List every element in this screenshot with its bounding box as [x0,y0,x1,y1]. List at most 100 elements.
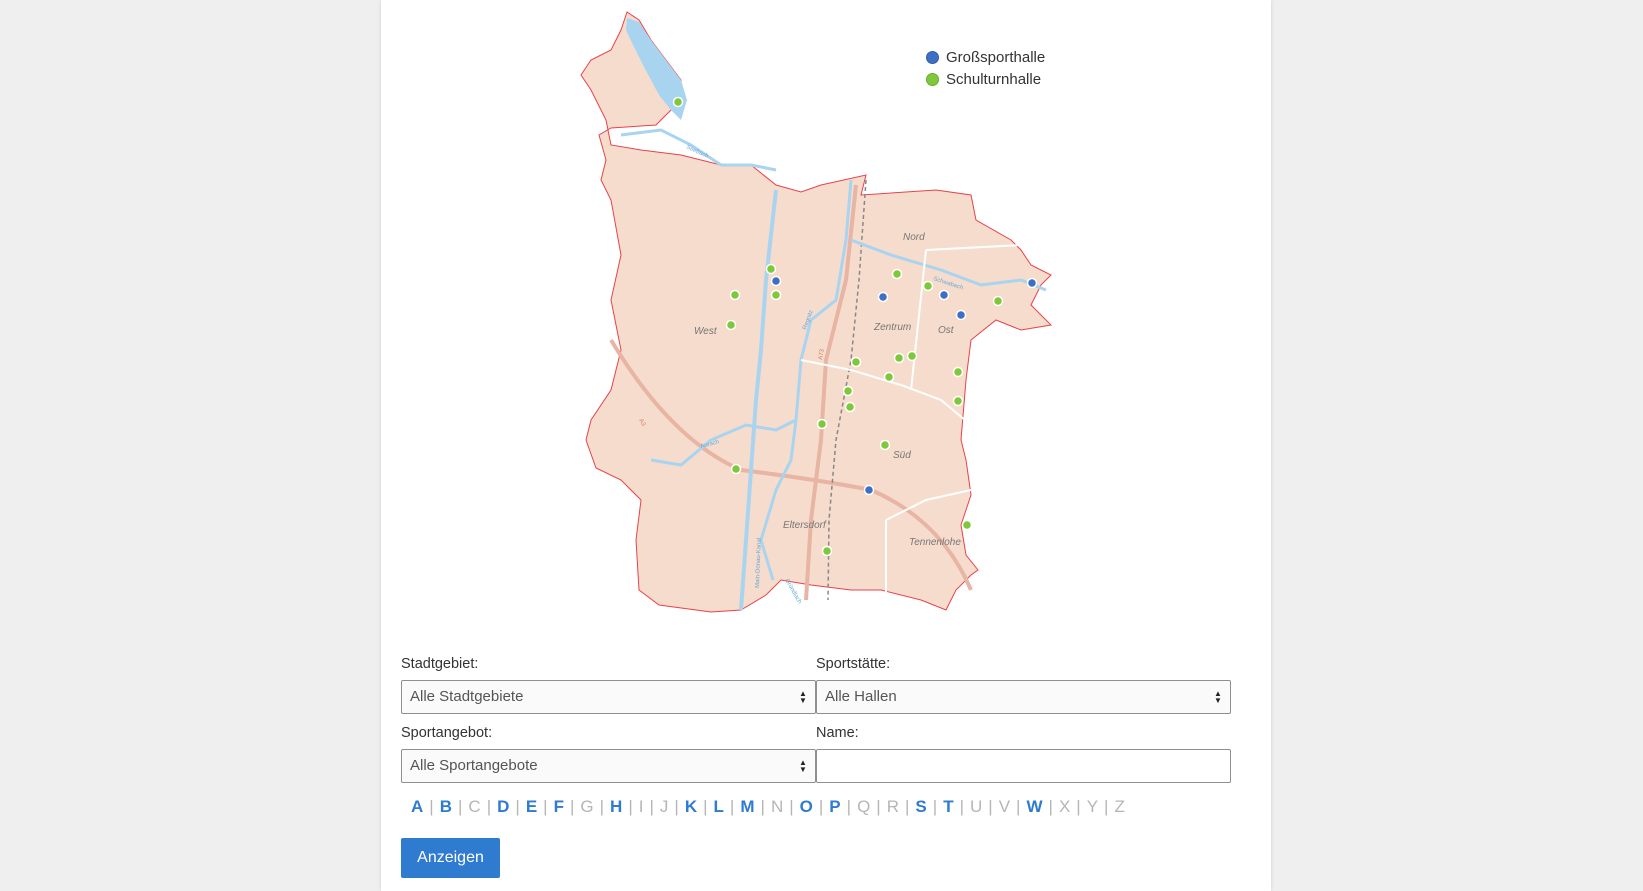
map-marker-schulturnhalle[interactable] [842,385,854,397]
field-stadtgebiet: Stadtgebiet: Alle Stadtgebiete ▲ ▼ [401,656,816,714]
alphabet-letter-y: Y [1086,797,1099,816]
map-marker-schulturnhalle[interactable] [879,439,891,451]
sportstaette-value: Alle Hallen [825,688,897,705]
sportangebot-select[interactable]: Alle Sportangebote ▲ ▼ [401,749,816,783]
legend-dot-blue [926,50,939,64]
map-marker-schulturnhalle[interactable] [883,371,895,383]
name-label: Name: [816,725,859,741]
alphabet-separator: | [959,797,964,816]
alphabet-letter-p[interactable]: P [827,797,842,817]
alphabet-letter-n: N [770,797,784,816]
map-marker-schulturnhalle[interactable] [770,289,782,301]
alphabet-letter-i: I [638,797,644,816]
alphabet-letter-g: G [580,797,594,816]
district-label-zentrum: Zentrum [873,322,911,333]
map-marker-grosssporthalle[interactable] [770,275,782,287]
alphabet-filter: A | B | C | D | E | F | G | H | I | J | K | L | M | N | O | P | Q | R | S | T |… [409,797,1127,817]
alphabet-separator: | [818,797,824,816]
stadtgebiet-select[interactable]: Alle Stadtgebiete ▲ ▼ [401,680,816,714]
alphabet-letter-t[interactable]: T [941,797,955,817]
alphabet-separator: | [457,797,463,816]
alphabet-letter-b[interactable]: B [438,797,454,817]
alphabet-letter-h[interactable]: H [608,797,624,817]
alphabet-separator: | [429,797,434,816]
alphabet-separator: | [599,797,605,816]
alphabet-separator: | [932,797,938,816]
map-marker-grosssporthalle[interactable] [955,309,967,321]
map-marker-schulturnhalle[interactable] [992,295,1004,307]
field-sportangebot: Sportangebot: Alle Sportangebote ▲ ▼ [401,725,816,783]
alphabet-separator: | [703,797,708,816]
map-marker-schulturnhalle[interactable] [891,268,903,280]
legend-dot-green [926,72,939,86]
alphabet-letter-c: C [468,797,481,816]
map-marker-schulturnhalle[interactable] [765,263,777,275]
district-label-west: West [694,326,718,337]
alphabet-separator: | [543,797,548,816]
district-label-nord: Nord [903,232,925,243]
map-marker-schulturnhalle[interactable] [952,395,964,407]
map-marker-schulturnhalle[interactable] [672,96,684,108]
alphabet-letter-w[interactable]: W [1024,797,1044,817]
map-marker-schulturnhalle[interactable] [961,519,973,531]
map-marker-schulturnhalle[interactable] [844,401,856,413]
anzeigen-button[interactable]: Anzeigen [401,838,500,878]
map-marker-schulturnhalle[interactable] [893,352,905,364]
map-marker-schulturnhalle[interactable] [816,418,828,430]
alphabet-letter-d[interactable]: D [495,797,511,817]
alphabet-letter-s[interactable]: S [913,797,928,817]
alphabet-separator: | [515,797,520,816]
stadtgebiet-value: Alle Stadtgebiete [410,688,524,705]
district-label-sued: Süd [893,450,911,461]
alphabet-separator: | [1016,797,1021,816]
district-label-eltersdorf: Eltersdorf [783,520,827,531]
map-marker-schulturnhalle[interactable] [725,319,737,331]
alphabet-letter-m[interactable]: M [738,797,756,817]
map-marker-schulturnhalle[interactable] [730,463,742,475]
alphabet-separator: | [729,797,735,816]
map-marker-schulturnhalle[interactable] [729,289,741,301]
sportangebot-label: Sportangebot: [401,725,493,741]
alphabet-separator: | [988,797,993,816]
map-marker-grosssporthalle[interactable] [863,484,875,496]
alphabet-letter-k[interactable]: K [683,797,699,817]
map-marker-grosssporthalle[interactable] [877,291,889,303]
alphabet-letter-j: J [659,797,669,816]
stadtgebiet-label: Stadtgebiet: [401,656,479,672]
alphabet-separator: | [1048,797,1053,816]
map-marker-grosssporthalle[interactable] [1026,277,1038,289]
legend-item-grosssporthalle: Großsporthalle [926,46,1045,68]
map-marker-schulturnhalle[interactable] [922,280,934,292]
alphabet-letter-o[interactable]: O [798,797,815,817]
sportangebot-value: Alle Sportangebote [410,757,538,774]
alphabet-separator: | [905,797,910,816]
alphabet-separator: | [628,797,633,816]
legend-label: Schulturnhalle [946,70,1042,88]
city-map-svg[interactable]: Nord West Zentrum Ost Süd Eltersdorf Ten… [381,0,1271,640]
alphabet-letter-q: Q [857,797,871,816]
map-legend: Großsporthalle Schulturnhalle [926,46,1045,90]
alphabet-separator: | [674,797,679,816]
map-marker-schulturnhalle[interactable] [952,366,964,378]
map-marker-schulturnhalle[interactable] [821,545,833,557]
map-marker-schulturnhalle[interactable] [906,350,918,362]
alphabet-letter-v: V [998,797,1011,816]
alphabet-letter-r: R [886,797,899,816]
district-label-ost: Ost [938,325,955,336]
alphabet-separator: | [1076,797,1081,816]
alphabet-separator: | [486,797,492,816]
city-map[interactable]: Nord West Zentrum Ost Süd Eltersdorf Ten… [381,0,1271,640]
map-marker-grosssporthalle[interactable] [938,289,950,301]
content-panel: Nord West Zentrum Ost Süd Eltersdorf Ten… [381,0,1271,891]
alphabet-separator: | [789,797,794,816]
alphabet-letter-z: Z [1114,797,1125,816]
alphabet-letter-l[interactable]: L [712,797,726,817]
name-input[interactable] [816,749,1231,783]
alphabet-letter-e[interactable]: E [524,797,539,817]
alphabet-letter-f[interactable]: F [552,797,566,817]
field-name: Name: [816,725,1231,783]
legend-label: Großsporthalle [946,48,1046,66]
sportstaette-select[interactable]: Alle Hallen ▲ ▼ [816,680,1231,714]
alphabet-letter-a[interactable]: A [409,797,425,817]
map-marker-schulturnhalle[interactable] [850,356,862,368]
